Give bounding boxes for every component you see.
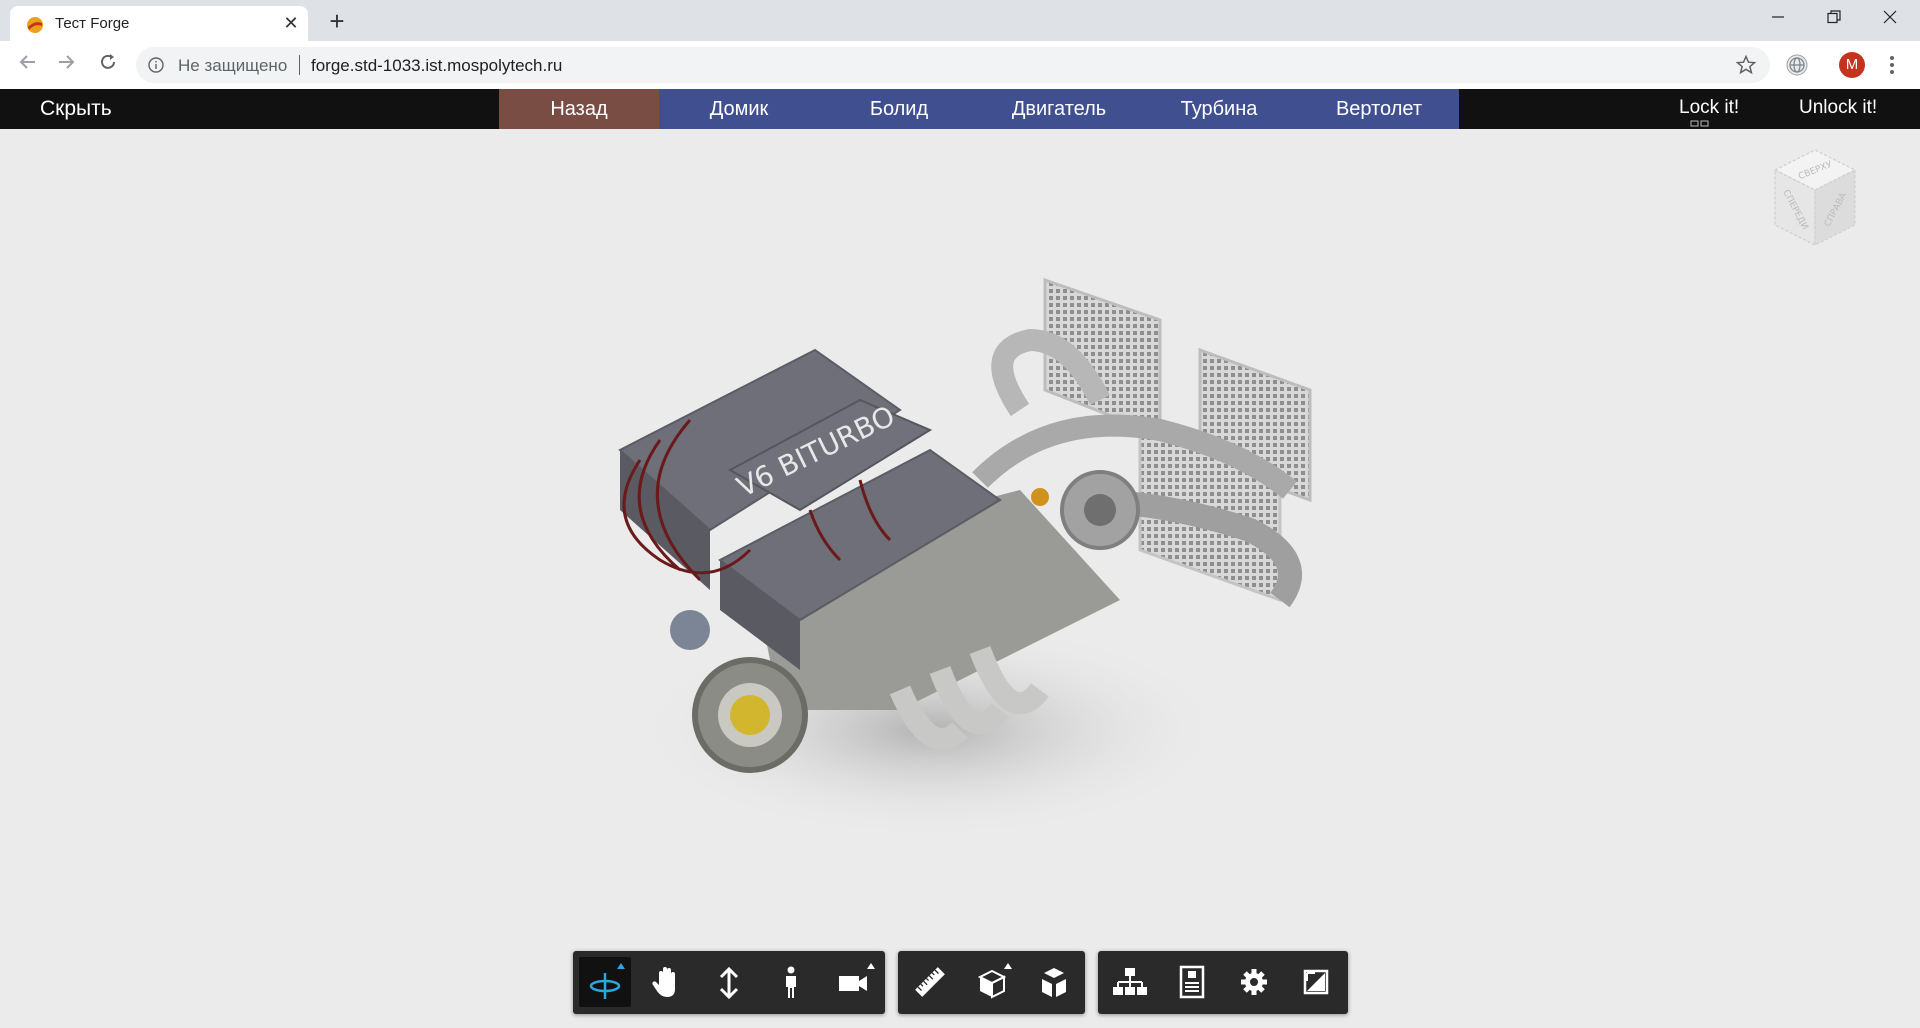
dolly-tool-button[interactable] — [703, 957, 755, 1007]
first-person-tool-button[interactable] — [765, 957, 817, 1007]
nav-helicopter[interactable]: Вертолет — [1299, 89, 1459, 129]
lock-button[interactable]: Lock it! — [1679, 97, 1739, 119]
close-window-icon[interactable] — [1870, 4, 1910, 36]
nav-bolide[interactable]: Болид — [819, 89, 979, 129]
camera-tool-button[interactable] — [827, 957, 879, 1007]
orbit-icon — [589, 963, 625, 999]
back-arrow-icon[interactable] — [14, 51, 42, 79]
model-browser-icon — [1113, 968, 1147, 995]
profile-avatar[interactable]: M — [1839, 52, 1865, 78]
tab-close-icon[interactable]: ✕ — [280, 12, 302, 34]
unlock-button[interactable]: Unlock it! — [1799, 97, 1877, 119]
model-browser-button[interactable] — [1104, 957, 1156, 1007]
browser-tab[interactable]: Тест Forge ✕ — [10, 6, 308, 41]
engine-model[interactable]: V6 BITURBO — [600, 260, 1420, 880]
camera-icon — [839, 963, 875, 991]
url-text[interactable]: forge.std-1033.ist.mospolytech.ru — [311, 56, 562, 76]
info-icon[interactable] — [148, 57, 164, 73]
forward-arrow-icon[interactable] — [52, 51, 80, 79]
globe-extension-icon[interactable] — [1785, 53, 1809, 77]
dolly-icon — [719, 966, 739, 1000]
nav-house[interactable]: Домик — [659, 89, 819, 129]
forge-favicon-icon — [27, 17, 43, 33]
nav-back[interactable]: Назад — [499, 89, 659, 129]
modeling-tools — [898, 951, 1085, 1014]
first-person-icon — [786, 966, 796, 998]
viewcube[interactable]: СВЕРХУ СПЕРЕДИ СПРАВА — [1760, 140, 1870, 260]
orbit-tool-button[interactable] — [579, 957, 631, 1007]
browser-tabstrip: Тест Forge ✕ + — [0, 0, 1920, 41]
navigation-tools — [573, 951, 885, 1014]
app-navbar: Скрыть Назад Домик Болид Двигатель Турби… — [0, 89, 1920, 129]
hide-button[interactable]: Скрыть — [40, 97, 112, 121]
url-separator — [299, 55, 300, 75]
explode-tool-button[interactable] — [1028, 957, 1080, 1007]
bookmark-star-icon[interactable] — [1736, 55, 1756, 75]
fullscreen-button[interactable] — [1290, 957, 1342, 1007]
section-tool-button[interactable] — [966, 957, 1018, 1007]
browser-menu-icon[interactable] — [1886, 53, 1898, 77]
settings-icon — [1241, 969, 1267, 995]
nav-turbine[interactable]: Турбина — [1139, 89, 1299, 129]
section-icon — [977, 963, 1012, 999]
restore-icon[interactable] — [1814, 4, 1854, 36]
properties-button[interactable] — [1166, 957, 1218, 1007]
home-view-icon[interactable] — [1690, 120, 1710, 136]
not-secure-label[interactable]: Не защищено — [178, 56, 287, 76]
model-nav: Назад Домик Болид Двигатель Турбина Верт… — [499, 89, 1459, 129]
measure-tool-button[interactable] — [904, 957, 956, 1007]
new-tab-button[interactable]: + — [323, 8, 351, 36]
minimize-icon[interactable] — [1758, 4, 1798, 36]
measure-icon — [915, 967, 945, 997]
properties-icon — [1179, 965, 1205, 999]
extension-tools — [1098, 951, 1348, 1014]
explode-icon — [1042, 968, 1066, 997]
pan-tool-button[interactable] — [641, 957, 693, 1007]
settings-button[interactable] — [1228, 957, 1280, 1007]
pan-icon — [652, 967, 675, 997]
nav-engine[interactable]: Двигатель — [979, 89, 1139, 129]
reload-icon[interactable] — [94, 51, 122, 79]
address-bar[interactable]: Не защищено forge.std-1033.ist.mospolyte… — [136, 47, 1770, 83]
fullscreen-icon — [1303, 969, 1329, 995]
tab-title: Тест Forge — [55, 15, 130, 32]
browser-toolbar: Не защищено forge.std-1033.ist.mospolyte… — [0, 41, 1920, 90]
